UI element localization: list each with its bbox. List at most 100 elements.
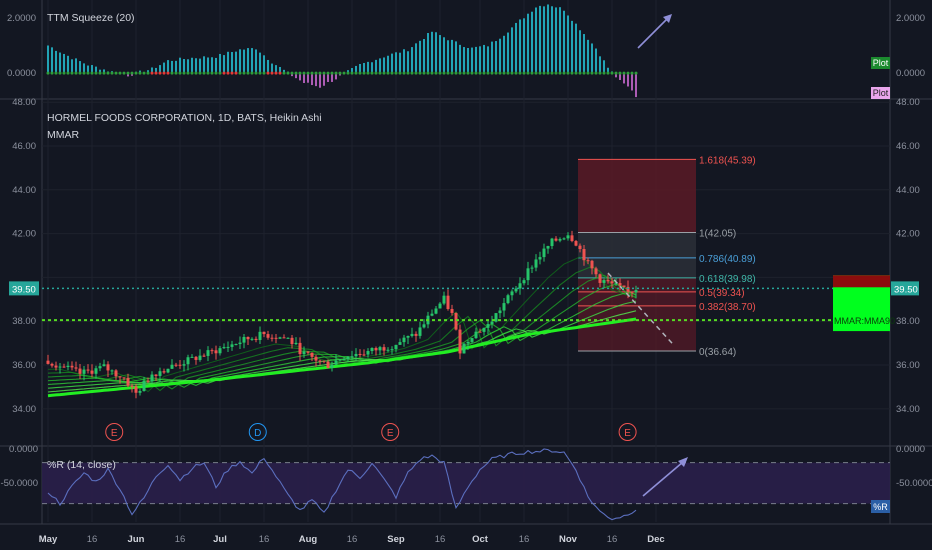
candle-body: [598, 274, 602, 283]
squeeze-dot: [518, 71, 522, 75]
squeeze-dot: [446, 71, 450, 75]
squeeze-bar: [79, 61, 81, 74]
candle-body: [270, 337, 274, 339]
candle-body: [222, 347, 226, 349]
squeeze-dot: [258, 71, 262, 75]
squeeze-dot: [418, 71, 422, 75]
squeeze-bar: [523, 18, 525, 74]
price-subtitle: MMAR: [47, 129, 79, 141]
candle-body: [210, 350, 214, 352]
candle-body: [490, 321, 494, 325]
price-title: HORMEL FOODS CORPORATION, 1D, BATS, Heik…: [47, 112, 322, 124]
squeeze-bar: [399, 52, 401, 74]
squeeze-bar: [59, 52, 61, 74]
squeeze-dot: [394, 71, 398, 75]
squeeze-dot: [178, 71, 182, 75]
candle-body: [170, 364, 174, 369]
squeeze-dot: [314, 71, 318, 75]
squeeze-dot: [526, 71, 530, 75]
price-left-tick: 48.00: [12, 97, 36, 108]
squeeze-bar: [167, 60, 169, 74]
squeeze-bar: [631, 73, 633, 91]
squeeze-bar: [219, 53, 221, 74]
squeeze-dot: [302, 71, 306, 75]
candle-body: [326, 361, 330, 368]
squeeze-bar: [239, 49, 241, 74]
candle-body: [230, 344, 234, 347]
candle-body: [554, 238, 558, 241]
squeeze-dot: [586, 71, 590, 75]
candle-body: [474, 331, 478, 339]
candle-body: [374, 348, 378, 351]
squeeze-bar: [371, 62, 373, 74]
chart-canvas[interactable]: 2.0000 0.0000 2.0000 0.0000 Plot Plot 1.618(4…: [0, 0, 932, 550]
candle-body: [450, 308, 454, 313]
candle-body: [298, 342, 302, 355]
squeeze-dot: [570, 71, 574, 75]
x-axis-label: 16: [87, 534, 98, 545]
candle-body: [358, 353, 362, 355]
squeeze-dot: [478, 71, 482, 75]
price-right-tick: 36.00: [896, 360, 920, 371]
squeeze-dot: [562, 71, 566, 75]
x-axis-label: 16: [259, 534, 270, 545]
squeeze-dot: [114, 71, 118, 75]
candle-body: [398, 342, 402, 345]
squeeze-bar: [471, 47, 473, 74]
x-axis-label: Dec: [647, 534, 664, 545]
squeeze-dot: [242, 71, 246, 75]
squeeze-dot: [558, 71, 562, 75]
price-left-tick: 38.00: [12, 316, 36, 327]
squeeze-dot: [398, 71, 402, 75]
axes: May 16 Jun 16 Jul 16 Aug 16 Sep 16 Oct 16 Nov 16 Dec: [39, 534, 665, 545]
squeeze-dot: [294, 71, 298, 75]
candle-body: [142, 380, 146, 392]
squeeze-bar: [171, 60, 173, 74]
candle-body: [178, 364, 182, 366]
x-axis-label: Oct: [472, 534, 489, 545]
squeeze-bar: [555, 7, 557, 74]
squeeze-bar: [47, 45, 49, 74]
squeeze-dot: [210, 71, 214, 75]
squeeze-dot: [290, 71, 294, 75]
squeeze-dot: [346, 71, 350, 75]
candle-body: [470, 338, 474, 342]
last-price-label-left: 39.50: [12, 284, 36, 295]
squeeze-bar: [323, 73, 325, 86]
candle-body: [590, 260, 594, 269]
squeeze-dot: [386, 71, 390, 75]
candle-body: [594, 268, 598, 275]
squeeze-dot: [378, 71, 382, 75]
candle-body: [394, 344, 398, 350]
squeeze-bar: [491, 41, 493, 74]
squeeze-bar: [435, 32, 437, 74]
squeeze-dot: [554, 71, 558, 75]
squeeze-dot: [134, 71, 138, 75]
squeeze-bar: [483, 44, 485, 74]
squeeze-dot: [86, 71, 90, 75]
candle-body: [218, 348, 222, 354]
candle-body: [94, 368, 98, 374]
squeeze-dot: [166, 71, 170, 75]
candle-body: [258, 331, 262, 341]
candle-body: [150, 374, 154, 382]
candle-body: [602, 280, 606, 283]
candle-body: [126, 378, 130, 386]
candle-body: [562, 238, 566, 240]
squeeze-bar: [375, 59, 377, 74]
squeeze-dot: [614, 71, 618, 75]
squeeze-dot: [590, 71, 594, 75]
squeeze-bar: [583, 34, 585, 74]
squeeze-dot: [338, 71, 342, 75]
squeeze-bar: [563, 10, 565, 74]
candle-body: [202, 355, 206, 357]
squeeze-dot: [362, 71, 366, 75]
squeeze-bar: [215, 57, 217, 74]
x-axis-label: Nov: [559, 534, 578, 545]
candle-body: [122, 377, 126, 379]
squeeze-dot: [90, 71, 94, 75]
squeeze-dot: [466, 71, 470, 75]
squeeze-bar: [195, 58, 197, 74]
x-axis-label: Sep: [387, 534, 405, 545]
squeeze-dot: [222, 71, 226, 75]
